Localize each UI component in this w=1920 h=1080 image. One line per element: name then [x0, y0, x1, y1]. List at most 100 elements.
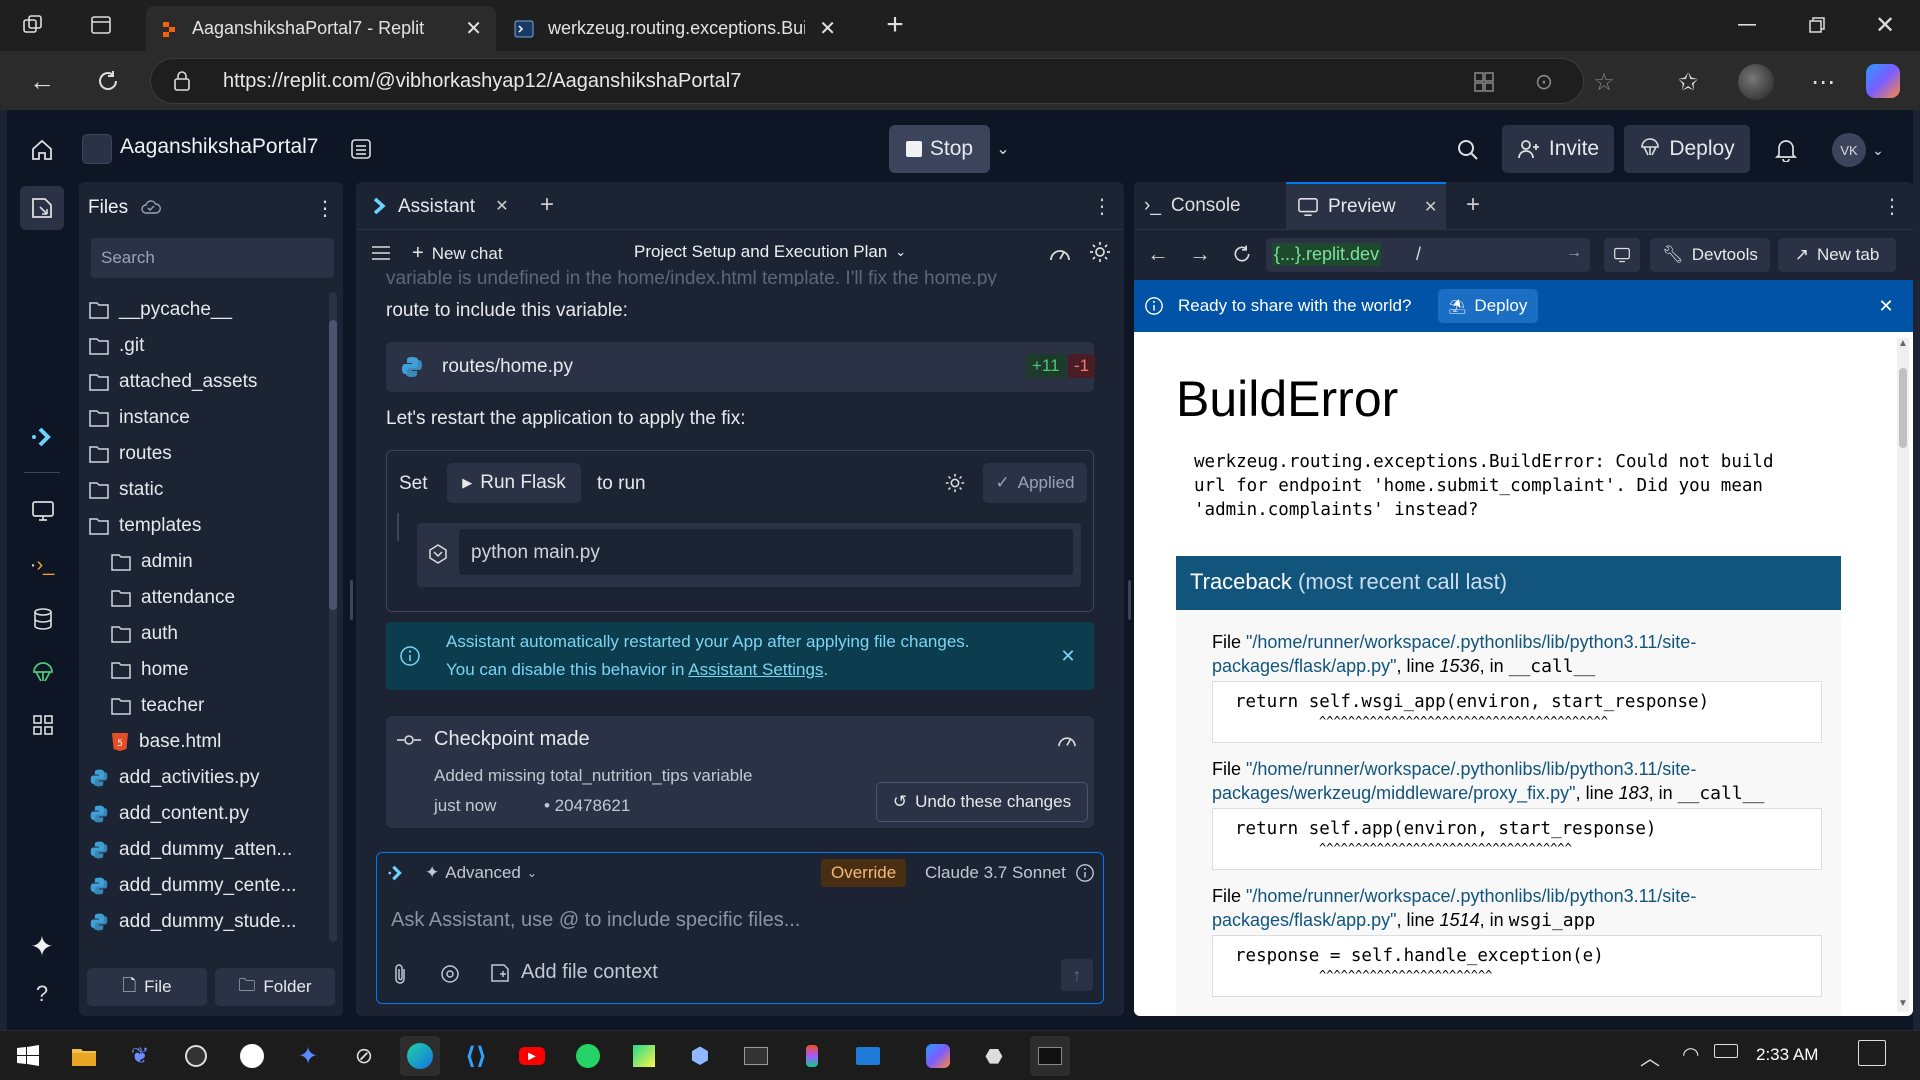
- assistant-settings-gear-icon[interactable]: [1086, 238, 1114, 266]
- home-icon[interactable]: [26, 134, 58, 166]
- more-tools-icon[interactable]: ⊙: [1531, 69, 1557, 95]
- youtube-app-icon[interactable]: ▶: [512, 1036, 552, 1076]
- folder-item[interactable]: attached_assets: [89, 364, 324, 400]
- project-name[interactable]: AaganshikshaPortal7: [120, 135, 318, 159]
- new-folder-button[interactable]: 🗀 Folder: [215, 968, 335, 1006]
- run-options-chevron-icon[interactable]: ⌄: [990, 132, 1016, 166]
- tab-replit[interactable]: AaganshikshaPortal7 - Replit ✕: [146, 6, 496, 51]
- notification-center-icon[interactable]: [1858, 1040, 1886, 1066]
- device-toggle-icon[interactable]: [1604, 238, 1640, 272]
- folder-item[interactable]: __pycache__: [89, 292, 324, 328]
- devtools-button[interactable]: 🔧︎ Devtools: [1650, 238, 1770, 272]
- folder-item[interactable]: admin: [89, 544, 324, 580]
- run-flask-chip[interactable]: ▶ Run Flask: [447, 463, 581, 503]
- close-window-icon[interactable]: ✕: [1868, 10, 1902, 40]
- scroll-down-icon[interactable]: ▼: [1898, 998, 1908, 1009]
- chatgpt-app-icon[interactable]: [232, 1036, 272, 1076]
- lock-icon[interactable]: [171, 70, 193, 92]
- file-item[interactable]: add_dummy_teach: [89, 940, 324, 948]
- clock-time[interactable]: 2:33 AM: [1756, 1045, 1818, 1065]
- progress-gauge-icon[interactable]: [1046, 240, 1074, 266]
- applied-button[interactable]: ✓ Applied: [983, 463, 1087, 503]
- url-text[interactable]: https://replit.com/@vibhorkashyap12/Aaga…: [223, 70, 741, 93]
- preview-scrollbar[interactable]: ▲ ▼: [1897, 338, 1909, 1012]
- settings-more-icon[interactable]: ⋯: [1806, 66, 1840, 98]
- whatsapp-app-icon[interactable]: [568, 1036, 608, 1076]
- folder-item[interactable]: auth: [89, 616, 324, 652]
- files-scrollbar[interactable]: [329, 292, 337, 942]
- copilot-icon[interactable]: [1866, 64, 1900, 98]
- ai-sparkle-icon[interactable]: ✦: [26, 930, 58, 962]
- file-explorer-icon[interactable]: [64, 1036, 104, 1076]
- vscode-app-icon[interactable]: ⟨⟩: [456, 1036, 496, 1076]
- advanced-mode-dropdown[interactable]: ✦ Advanced ⌄: [425, 863, 537, 883]
- webview-tool-icon[interactable]: [28, 496, 58, 526]
- add-tab-icon[interactable]: +: [534, 191, 560, 218]
- console-tab[interactable]: ›_ Console: [1144, 195, 1241, 217]
- copilot-app-icon[interactable]: ❦: [120, 1036, 160, 1076]
- folder-item[interactable]: instance: [89, 400, 324, 436]
- attach-paperclip-icon[interactable]: [387, 961, 413, 987]
- resize-handle[interactable]: [1128, 580, 1131, 620]
- file-item[interactable]: add_dummy_stude...: [89, 904, 324, 940]
- chat-title-dropdown[interactable]: Project Setup and Execution Plan ⌄: [634, 242, 906, 262]
- assistant-tool-icon[interactable]: [28, 422, 58, 452]
- new-tab-icon[interactable]: +: [878, 8, 912, 42]
- windows-start-icon[interactable]: [8, 1036, 48, 1076]
- tab-werkzeug[interactable]: werkzeug.routing.exceptions.Buil ✕: [500, 6, 850, 51]
- undo-changes-button[interactable]: ↺ Undo these changes: [876, 782, 1088, 822]
- reload-icon[interactable]: [90, 63, 126, 99]
- deployments-tool-icon[interactable]: [28, 658, 58, 688]
- preview-forward-icon[interactable]: →: [1188, 241, 1212, 266]
- profile-avatar[interactable]: [1738, 64, 1774, 100]
- new-file-button[interactable]: 🗋 File: [87, 968, 207, 1006]
- file-change-card[interactable]: routes/home.py +11 -1: [386, 342, 1096, 392]
- new-tab-button[interactable]: ↗ New tab: [1778, 238, 1896, 272]
- file-item[interactable]: add_dummy_cente...: [89, 868, 324, 904]
- scroll-up-icon[interactable]: ▲: [1898, 338, 1908, 349]
- model-info-icon[interactable]: [1073, 861, 1097, 885]
- file-item[interactable]: add_dummy_atten...: [89, 832, 324, 868]
- address-bar[interactable]: https://replit.com/@vibhorkashyap12/Aaga…: [150, 58, 1615, 104]
- frame-code-block[interactable]: response = self.handle_exception(e) ^^^^^…: [1212, 935, 1822, 997]
- pc-app-icon[interactable]: [736, 1036, 776, 1076]
- send-arrow-icon[interactable]: ↑: [1061, 959, 1093, 991]
- file-item[interactable]: add_content.py: [89, 796, 324, 832]
- account-chevron-icon[interactable]: ⌄: [1868, 133, 1888, 167]
- app-available-icon[interactable]: [1471, 69, 1497, 95]
- battery-icon[interactable]: [1714, 1044, 1738, 1058]
- close-banner-icon[interactable]: ✕: [1874, 294, 1898, 318]
- folder-item[interactable]: routes: [89, 436, 324, 472]
- wifi-icon[interactable]: ◠: [1682, 1042, 1699, 1067]
- preview-url-bar[interactable]: {...}.replit.dev / →: [1266, 238, 1590, 272]
- resize-handle[interactable]: [350, 580, 353, 620]
- favorites-icon[interactable]: ✩: [1672, 66, 1704, 98]
- workspaces-icon[interactable]: [18, 10, 48, 40]
- minimize-icon[interactable]: [1730, 10, 1764, 40]
- banner-deploy-button[interactable]: ⛱︎ Deploy: [1438, 289, 1538, 323]
- assistant-settings-link[interactable]: Assistant Settings: [688, 660, 823, 679]
- preview-back-icon[interactable]: ←: [1146, 241, 1170, 266]
- favorite-star-icon[interactable]: ☆: [1591, 69, 1617, 96]
- close-tab-icon[interactable]: ✕: [1424, 197, 1437, 217]
- folder-item[interactable]: home: [89, 652, 324, 688]
- pane-menu-icon[interactable]: ⋮: [1092, 194, 1112, 218]
- tab-actions-icon[interactable]: [86, 10, 116, 40]
- workflow-settings-gear-icon[interactable]: [941, 469, 969, 497]
- close-tab-icon[interactable]: ✕: [492, 196, 512, 216]
- folder-item[interactable]: .git: [89, 328, 324, 364]
- gemini-app-icon[interactable]: ✦: [288, 1036, 328, 1076]
- files-menu-icon[interactable]: ⋮: [315, 196, 335, 220]
- deploy-button[interactable]: Deploy: [1624, 125, 1750, 173]
- stop-button[interactable]: Stop: [889, 125, 990, 173]
- add-tab-icon[interactable]: +: [1460, 191, 1486, 218]
- model-name[interactable]: Claude 3.7 Sonnet: [925, 863, 1066, 883]
- back-icon[interactable]: ←: [24, 63, 60, 99]
- help-icon[interactable]: ?: [26, 978, 58, 1010]
- folder-item[interactable]: attendance: [89, 580, 324, 616]
- frame-code-block[interactable]: return self.wsgi_app(environ, start_resp…: [1212, 681, 1822, 743]
- terminal-app-icon[interactable]: [1030, 1036, 1070, 1076]
- pycharm-app-icon[interactable]: [624, 1036, 664, 1076]
- figma-app-icon[interactable]: [792, 1036, 832, 1076]
- notifications-bell-icon[interactable]: [1770, 134, 1802, 166]
